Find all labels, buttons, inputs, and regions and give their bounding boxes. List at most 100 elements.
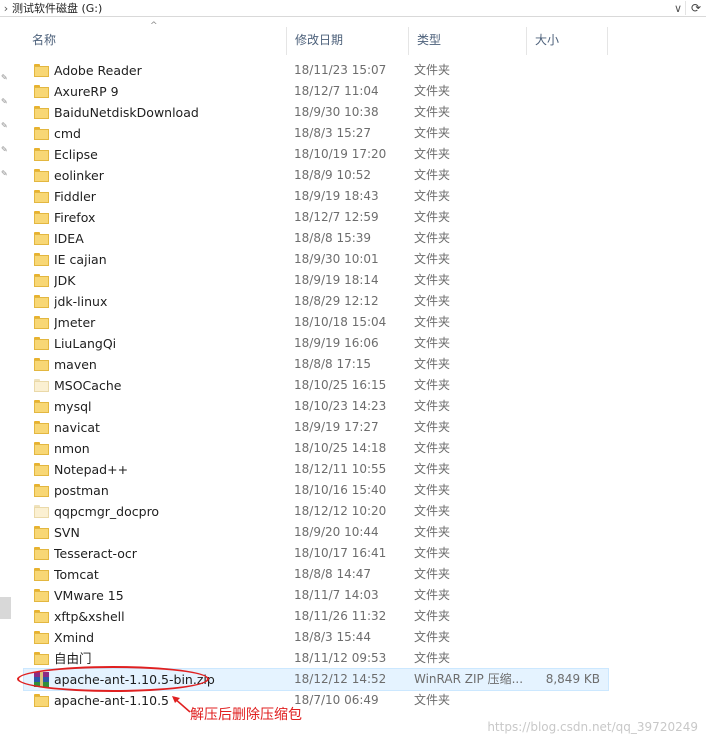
file-size	[524, 606, 600, 627]
file-modified-date: 18/10/17 16:41	[294, 546, 387, 560]
file-size	[524, 627, 600, 648]
file-size	[524, 165, 600, 186]
file-row[interactable]: IDEA 18/8/8 15:39 文件夹	[24, 228, 608, 249]
file-row[interactable]: AxureRP 9 18/12/7 11:04 文件夹	[24, 81, 608, 102]
file-size	[524, 543, 600, 564]
folder-hidden-icon	[34, 501, 50, 522]
file-name: qqpcmgr_docpro	[54, 504, 160, 519]
folder-icon	[34, 585, 50, 606]
file-name: jdk-linux	[54, 294, 108, 309]
file-modified-date: 18/10/23 14:23	[294, 399, 387, 413]
file-row[interactable]: Tesseract-ocr 18/10/17 16:41 文件夹	[24, 543, 608, 564]
file-type: 文件夹	[414, 210, 451, 224]
file-name: xftp&xshell	[54, 609, 125, 624]
pin-icon[interactable]: ✎	[1, 121, 10, 130]
address-dropdown-icon[interactable]: ∨	[671, 2, 685, 15]
file-type: 文件夹	[414, 693, 451, 707]
column-header-date[interactable]: 修改日期	[287, 27, 409, 55]
file-row[interactable]: JDK 18/9/19 18:14 文件夹	[24, 270, 608, 291]
file-row[interactable]: LiuLangQi 18/9/19 16:06 文件夹	[24, 333, 608, 354]
folder-icon	[34, 438, 50, 459]
file-name: JDK	[54, 273, 76, 288]
file-type: 文件夹	[414, 105, 451, 119]
file-modified-date: 18/9/19 18:43	[294, 189, 379, 203]
file-name: MSOCache	[54, 378, 122, 393]
pin-icon[interactable]: ✎	[1, 145, 10, 154]
file-modified-date: 18/7/10 06:49	[294, 693, 379, 707]
file-row[interactable]: MSOCache 18/10/25 16:15 文件夹	[24, 375, 608, 396]
file-explorer-window: › 测试软件磁盘 (G:) ∨ ⟳ ✎ ✎ ✎ ✎ ✎ ^ 名称 修改日期 类型…	[0, 0, 706, 747]
pin-icon[interactable]: ✎	[1, 169, 10, 178]
refresh-icon[interactable]: ⟳	[685, 1, 706, 15]
file-size	[524, 690, 600, 711]
file-type: 文件夹	[414, 630, 451, 644]
file-row[interactable]: Fiddler 18/9/19 18:43 文件夹	[24, 186, 608, 207]
file-type: 文件夹	[414, 420, 451, 434]
file-type: 文件夹	[414, 483, 451, 497]
file-row[interactable]: Tomcat 18/8/8 14:47 文件夹	[24, 564, 608, 585]
file-type: 文件夹	[414, 84, 451, 98]
file-modified-date: 18/8/8 15:39	[294, 231, 372, 245]
folder-icon	[34, 606, 50, 627]
file-row[interactable]: maven 18/8/8 17:15 文件夹	[24, 354, 608, 375]
pin-icon[interactable]: ✎	[1, 73, 10, 82]
file-row[interactable]: mysql 18/10/23 14:23 文件夹	[24, 396, 608, 417]
folder-icon	[34, 249, 50, 270]
file-size	[524, 480, 600, 501]
file-row[interactable]: eolinker 18/8/9 10:52 文件夹	[24, 165, 608, 186]
breadcrumb-drive[interactable]: 测试软件磁盘 (G:)	[12, 0, 671, 16]
folder-icon	[34, 291, 50, 312]
file-type: 文件夹	[414, 273, 451, 287]
file-row[interactable]: cmd 18/8/3 15:27 文件夹	[24, 123, 608, 144]
file-size	[524, 354, 600, 375]
address-bar[interactable]: › 测试软件磁盘 (G:) ∨ ⟳	[0, 0, 706, 17]
file-name: Tesseract-ocr	[54, 546, 137, 561]
file-row[interactable]: jdk-linux 18/8/29 12:12 文件夹	[24, 291, 608, 312]
pin-icon[interactable]: ✎	[1, 97, 10, 106]
column-header-size[interactable]: 大小	[527, 27, 608, 55]
file-modified-date: 18/9/30 10:01	[294, 252, 379, 266]
file-name: Jmeter	[54, 315, 96, 330]
file-size	[524, 249, 600, 270]
file-modified-date: 18/8/8 17:15	[294, 357, 372, 371]
folder-icon	[34, 144, 50, 165]
file-row[interactable]: xftp&xshell 18/11/26 11:32 文件夹	[24, 606, 608, 627]
file-row[interactable]: navicat 18/9/19 17:27 文件夹	[24, 417, 608, 438]
file-type: 文件夹	[414, 462, 451, 476]
file-modified-date: 18/10/19 17:20	[294, 147, 387, 161]
file-row[interactable]: Jmeter 18/10/18 15:04 文件夹	[24, 312, 608, 333]
file-modified-date: 18/8/3 15:27	[294, 126, 372, 140]
file-size	[524, 291, 600, 312]
file-row[interactable]: Adobe Reader 18/11/23 15:07 文件夹	[24, 60, 608, 81]
file-row[interactable]: SVN 18/9/20 10:44 文件夹	[24, 522, 608, 543]
file-row[interactable]: qqpcmgr_docpro 18/12/12 10:20 文件夹	[24, 501, 608, 522]
breadcrumb-separator-icon[interactable]: ›	[0, 2, 12, 15]
file-row[interactable]: IE cajian 18/9/30 10:01 文件夹	[24, 249, 608, 270]
file-name: SVN	[54, 525, 80, 540]
file-row[interactable]: postman 18/10/16 15:40 文件夹	[24, 480, 608, 501]
folder-icon	[34, 543, 50, 564]
column-header-row: ^ 名称 修改日期 类型 大小	[24, 21, 608, 55]
file-row[interactable]: Notepad++ 18/12/11 10:55 文件夹	[24, 459, 608, 480]
file-type: 文件夹	[414, 315, 451, 329]
file-row[interactable]: Firefox 18/12/7 12:59 文件夹	[24, 207, 608, 228]
file-type: 文件夹	[414, 588, 451, 602]
file-modified-date: 18/11/26 11:32	[294, 609, 387, 623]
file-row[interactable]: BaiduNetdiskDownload 18/9/30 10:38 文件夹	[24, 102, 608, 123]
folder-icon	[34, 333, 50, 354]
file-row[interactable]: apache-ant-1.10.5 18/7/10 06:49 文件夹	[24, 690, 608, 711]
navigation-pane: ✎ ✎ ✎ ✎ ✎	[0, 17, 12, 747]
file-size	[524, 207, 600, 228]
file-modified-date: 18/9/30 10:38	[294, 105, 379, 119]
folder-icon	[34, 312, 50, 333]
column-header-name[interactable]: 名称	[24, 27, 287, 55]
file-row[interactable]: VMware 15 18/11/7 14:03 文件夹	[24, 585, 608, 606]
file-row[interactable]: Eclipse 18/10/19 17:20 文件夹	[24, 144, 608, 165]
file-name: mysql	[54, 399, 92, 414]
column-header-type[interactable]: 类型	[409, 27, 527, 55]
file-row[interactable]: Xmind 18/8/3 15:44 文件夹	[24, 627, 608, 648]
nav-scrollbar-thumb[interactable]	[0, 597, 11, 619]
file-row[interactable]: nmon 18/10/25 14:18 文件夹	[24, 438, 608, 459]
folder-icon	[34, 102, 50, 123]
file-size	[524, 186, 600, 207]
